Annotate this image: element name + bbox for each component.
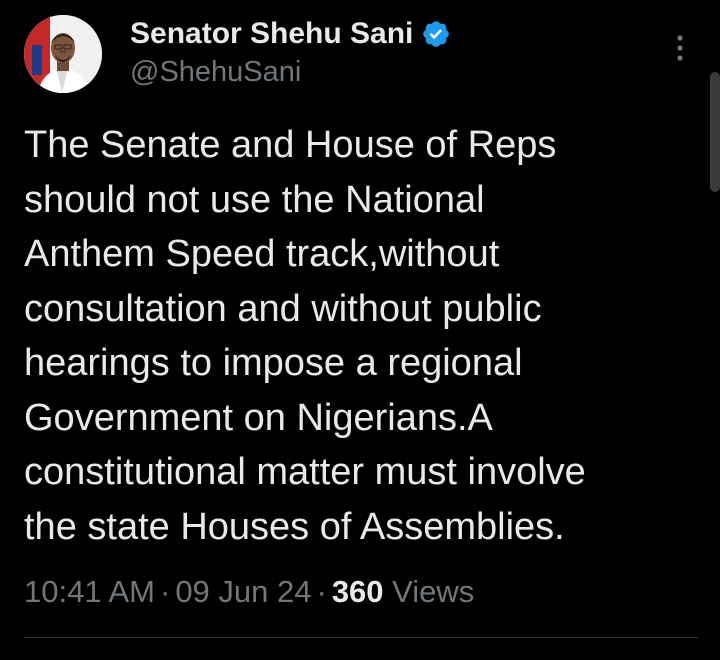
scrollbar[interactable] [710, 72, 720, 192]
avatar[interactable] [24, 15, 102, 93]
author-display-name[interactable]: Senator Shehu Sani [130, 17, 413, 51]
tweet-card: Senator Shehu Sani @ShehuSani The Senate… [0, 0, 720, 660]
views-label: Views [392, 574, 475, 609]
tweet-text-line: The Senate and House of Reps [24, 124, 557, 166]
tweet-text-line: hearings to impose a regional [24, 342, 523, 384]
tweet-date[interactable]: 09 Jun 24 [175, 574, 311, 609]
meta-separator: · [316, 574, 327, 609]
more-options-button[interactable] [662, 28, 698, 68]
tweet-meta: 10:41 AM · 09 Jun 24 · 360 Views [24, 570, 474, 614]
profile-photo [24, 15, 102, 93]
author-name-row: Senator Shehu Sani [130, 14, 451, 54]
meta-separator: · [159, 574, 171, 609]
tweet-text: The Senate and House of Reps should not … [24, 118, 694, 554]
verified-badge-icon [421, 19, 451, 49]
tweet-text-line: consultation and without public [24, 287, 542, 330]
tweet-text-line: the state Houses of Assemblies. [24, 505, 565, 548]
tweet-text-line: Government on Nigerians.A [24, 396, 493, 439]
divider [24, 637, 698, 638]
author-handle[interactable]: @ShehuSani [130, 56, 301, 89]
more-vertical-icon [677, 35, 683, 61]
views-count: 360 [331, 574, 384, 609]
tweet-time[interactable]: 10:41 AM [24, 574, 155, 609]
tweet-text-line: should not use the National [24, 178, 485, 221]
tweet-text-line: Anthem Speed track,without [24, 233, 500, 275]
tweet-text-line: constitutional matter must involve [24, 451, 586, 493]
